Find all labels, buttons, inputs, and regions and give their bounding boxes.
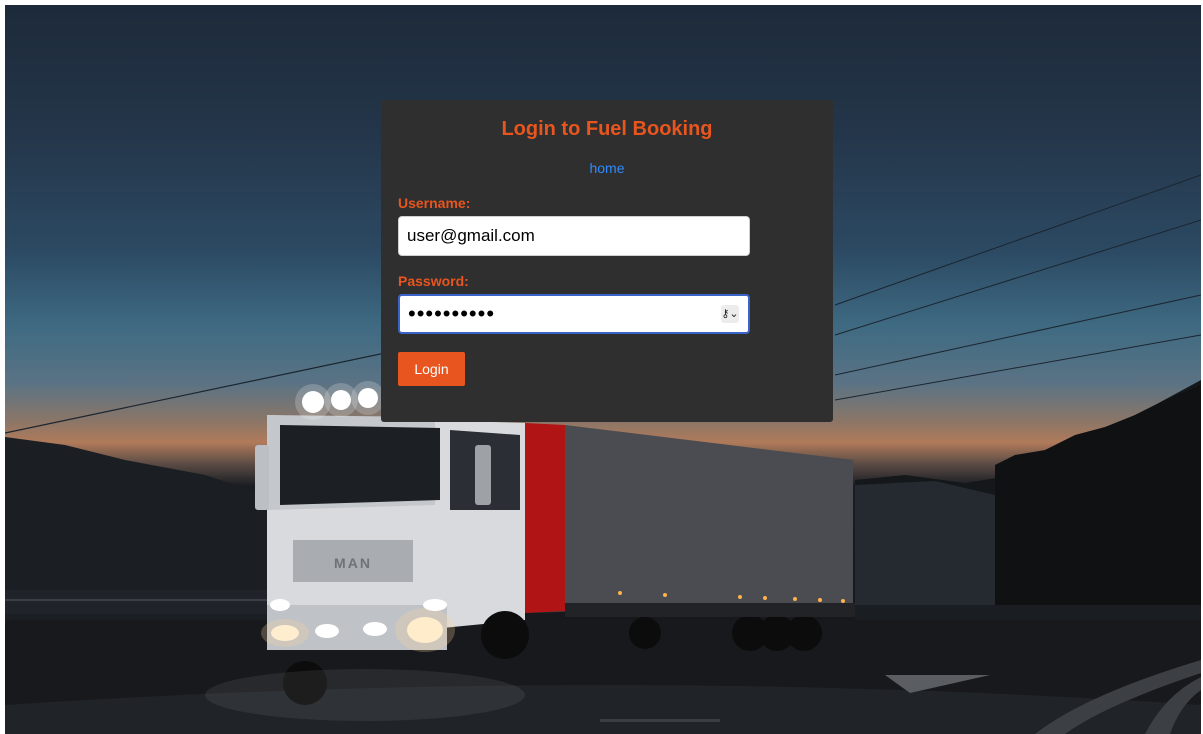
password-label: Password: (398, 273, 469, 289)
login-card: Login to Fuel Booking home Username: Pas… (381, 100, 833, 422)
login-title: Login to Fuel Booking (501, 118, 713, 140)
username-input[interactable] (398, 216, 750, 256)
page-viewport: MAN Login to Fuel Booking home Username: (5, 5, 1201, 734)
login-button[interactable]: Login (398, 352, 465, 386)
password-key-icon[interactable]: ⚷⌄ (721, 305, 739, 323)
truck-brand-logo: MAN (334, 555, 372, 571)
password-input[interactable] (398, 294, 750, 334)
home-link[interactable]: home (381, 160, 833, 176)
username-label: Username: (398, 195, 471, 211)
